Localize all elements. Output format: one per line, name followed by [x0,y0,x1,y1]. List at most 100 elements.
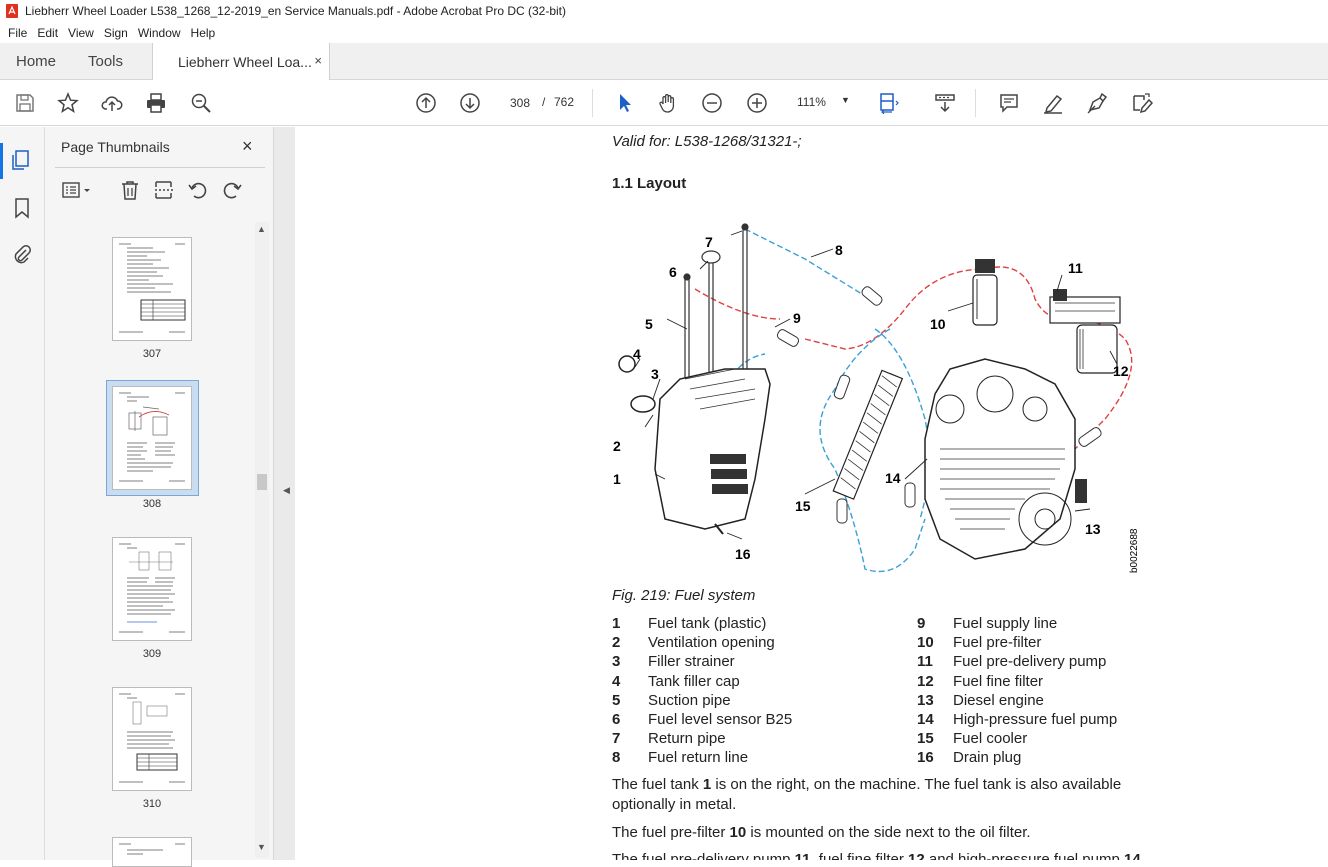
paragraph-text: is mounted on the side next to the oil f… [746,824,1031,841]
page-thumbnail[interactable] [112,687,192,791]
diagram-label: 14 [885,470,901,486]
legend-row: 7 Return pipe [612,730,792,749]
menu-edit[interactable]: Edit [32,26,63,40]
highlight-pen-icon[interactable] [1041,91,1065,115]
menu-help[interactable]: Help [186,26,221,40]
delete-pages-icon[interactable] [119,179,141,201]
zoom-search-icon[interactable] [189,91,213,115]
legend-right: 9 Fuel supply line 10 Fuel pre-filter 11 Fu… [917,615,1117,769]
menu-file[interactable]: File [3,26,32,40]
thumbnail-options-icon[interactable] [61,179,93,201]
legend-number: 15 [917,730,934,748]
diagram-label: 12 [1113,363,1129,379]
scroll-mode-icon[interactable] [933,91,957,115]
page-thumbnail[interactable] [112,537,192,641]
legend-text: Fuel return line [648,749,749,767]
paragraph-fuel-tank: The fuel tank 1 is on the right, on the … [612,775,1172,814]
hand-tool-icon[interactable] [656,91,680,115]
save-icon[interactable] [13,91,37,115]
zoom-dropdown-arrow[interactable]: ▼ [841,95,850,105]
menu-view[interactable]: View [63,26,99,40]
scroll-up-arrow[interactable]: ▲ [257,224,266,234]
legend-number: 8 [612,749,621,767]
zoom-level[interactable]: 111% [797,95,826,109]
page-thumbnail-selected[interactable] [112,386,192,490]
rail-active-indicator [0,143,3,179]
upload-cloud-icon[interactable] [100,91,124,115]
panel-divider [55,167,265,168]
zoom-in-icon[interactable] [745,91,769,115]
legend-text: Ventilation opening [648,634,775,652]
bookmarks-icon[interactable] [11,197,33,219]
thumbnail-preview-308 [119,392,185,482]
legend-number: 14 [917,710,934,728]
legend-row: 1 Fuel tank (plastic) [612,615,792,634]
paragraph-text: The fuel tank [612,776,703,793]
paragraph-ref: 10 [729,824,747,841]
edit-pdf-icon[interactable] [1130,91,1154,115]
paragraph-text: The fuel pre-delivery pump [612,851,795,860]
page-thumbnails-icon[interactable] [11,149,33,171]
page-separator: / [542,95,546,109]
page-thumbnail[interactable] [112,237,192,341]
legend-row: 8 Fuel return line [612,749,792,768]
scrollbar-thumb[interactable] [257,474,267,490]
menu-window[interactable]: Window [133,26,186,40]
thumbnail-label: 307 [142,348,162,360]
comment-icon[interactable] [997,91,1021,115]
diagram-label: 16 [735,546,751,562]
rotate-clockwise-icon[interactable] [221,179,243,201]
legend-text: Fuel level sensor B25 [648,710,793,728]
zoom-out-icon[interactable] [700,91,724,115]
sign-pen-icon[interactable] [1085,91,1109,115]
tab-close-icon[interactable]: × [314,53,322,68]
menu-sign[interactable]: Sign [99,26,133,40]
print-icon[interactable] [144,91,168,115]
legend-number: 16 [917,749,934,767]
tab-tools[interactable]: Tools [88,53,123,70]
panel-close-icon[interactable]: × [242,136,253,157]
extract-pages-icon[interactable] [153,179,175,201]
menu-bar: File Edit View Sign Window Help [0,22,1328,43]
paragraph-pre-filter: The fuel pre-filter 10 is mounted on the… [612,823,1172,843]
legend-row: 3 Filler strainer [612,653,792,672]
tab-home[interactable]: Home [16,53,56,70]
next-page-icon[interactable] [458,91,482,115]
attachments-icon[interactable] [11,243,33,265]
legend-row: 16 Drain plug [917,749,1117,768]
select-cursor-icon[interactable] [613,91,637,115]
figure-caption: Fig. 219: Fuel system [612,587,756,604]
toolbar-divider [975,89,976,117]
bookmark-star-icon[interactable] [56,91,80,115]
page-total: 762 [554,95,575,109]
collapse-panel-arrow[interactable]: ◀ [283,485,290,496]
legend-row: 2 Ventilation opening [612,634,792,653]
scroll-down-arrow[interactable]: ▼ [257,842,266,852]
diagram-label: 15 [795,498,811,514]
thumbnail-preview-307 [119,243,186,333]
legend-number: 1 [612,615,621,632]
legend-text: Fuel pre-filter [953,634,1042,652]
legend-number: 6 [612,710,621,728]
document-view[interactable]: Valid for: L538-1268/31321-; 1.1 Layout [295,127,1328,860]
acrobat-icon [6,4,18,18]
legend-number: 3 [612,653,621,671]
tab-document[interactable]: Liebherr Wheel Loa... × [152,43,330,80]
panel-splitter[interactable]: ◀ [273,127,295,860]
legend-text: Fuel cooler [953,730,1028,748]
window-title: Liebherr Wheel Loader L538_1268_12-2019_… [25,4,567,18]
previous-page-icon[interactable] [414,91,438,115]
page-number-input[interactable]: 308 [502,90,538,115]
fit-page-icon[interactable] [877,91,901,115]
diagram-label: 10 [930,316,946,332]
section-heading: 1.1 Layout [612,175,687,192]
diagram-label: 5 [645,316,653,332]
panel-toolbar [59,179,259,203]
panel-scrollbar[interactable]: ▲ ▼ [255,222,269,858]
figure-code: b0022688 [1129,528,1140,573]
rotate-counterclockwise-icon[interactable] [187,179,209,201]
paragraph-ref: 1 [702,776,712,793]
legend-text: Drain plug [953,749,1022,767]
page-thumbnail[interactable] [112,837,192,867]
legend-text: High-pressure fuel pump [953,710,1118,728]
